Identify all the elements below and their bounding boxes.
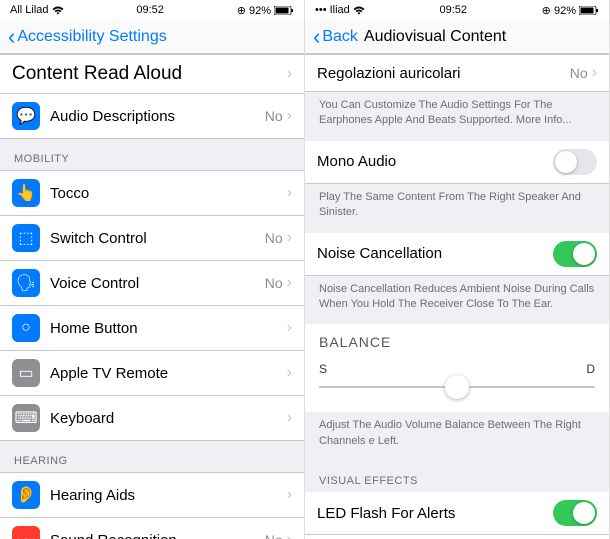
wifi-icon	[52, 6, 64, 15]
row-label: Content Read Aloud	[12, 63, 287, 85]
nav-back-label[interactable]: Accessibility Settings	[17, 28, 166, 46]
chevron-icon: ›	[287, 229, 292, 247]
status-bar: All Lilad 09:52 ⊕ 92%	[0, 0, 304, 20]
row-status: No	[265, 532, 283, 539]
row-status: No	[570, 65, 588, 81]
footer-headphone: You Can Customize The Audio Settings For…	[305, 92, 609, 141]
balance-left-label: S	[319, 362, 327, 376]
status-bar: ••• Iliad 09:52 ⊕ 92%	[305, 0, 609, 20]
row-mono-audio[interactable]: Mono Audio	[305, 141, 609, 184]
time-label: 09:52	[136, 4, 164, 16]
led-toggle[interactable]	[553, 500, 597, 526]
chevron-icon: ›	[287, 274, 292, 292]
row-tocco[interactable]: 👆 Tocco ›	[0, 170, 304, 216]
home-icon: ○	[12, 314, 40, 342]
row-label: Hearing Aids	[50, 487, 287, 504]
carrier-label: All Lilad	[10, 4, 49, 16]
row-label: Mono Audio	[317, 153, 553, 170]
row-content-read-aloud[interactable]: Content Read Aloud ›	[0, 54, 304, 94]
row-label: Home Button	[50, 320, 287, 337]
row-label: Voice Control	[50, 275, 265, 292]
battery-icon	[579, 6, 599, 15]
noise-toggle[interactable]	[553, 241, 597, 267]
row-audio-descriptions[interactable]: 💬 Audio Descriptions No ›	[0, 94, 304, 139]
row-label: LED Flash For Alerts	[317, 505, 553, 522]
mono-toggle[interactable]	[553, 149, 597, 175]
row-hearing-aids[interactable]: 👂 Hearing Aids ›	[0, 472, 304, 518]
battery-icon	[274, 6, 294, 15]
row-label: Noise Cancellation	[317, 245, 553, 262]
row-sound-recognition[interactable]: 〰 Sound Recognition No ›	[0, 518, 304, 539]
section-mobility: MOBILITY	[0, 139, 304, 170]
settings-list: Content Read Aloud › 💬 Audio Description…	[0, 54, 304, 539]
footer-mono: Play The Same Content From The Right Spe…	[305, 184, 609, 233]
chevron-icon: ›	[592, 64, 597, 82]
row-switch-control[interactable]: ⬚ Switch Control No ›	[0, 216, 304, 261]
nav-back-label[interactable]: Back	[322, 28, 358, 46]
row-noise-cancellation[interactable]: Noise Cancellation	[305, 233, 609, 276]
row-led-flash[interactable]: LED Flash For Alerts	[305, 492, 609, 535]
wifi-icon	[353, 6, 365, 15]
left-phone: All Lilad 09:52 ⊕ 92% ‹ Accessibility Se…	[0, 0, 305, 539]
sound-rec-icon: 〰	[12, 526, 40, 539]
nav-title: Audiovisual Content	[364, 28, 506, 46]
row-label: Keyboard	[50, 410, 287, 427]
chevron-icon: ›	[287, 65, 292, 83]
chevron-icon: ›	[287, 409, 292, 427]
footer-noise: Noise Cancellation Reduces Ambient Noise…	[305, 276, 609, 325]
chevron-icon: ›	[287, 531, 292, 539]
audio-desc-icon: 💬	[12, 102, 40, 130]
voice-icon: 🗣	[12, 269, 40, 297]
keyboard-icon: ⌨	[12, 404, 40, 432]
row-label: Tocco	[50, 185, 287, 202]
chevron-icon: ›	[287, 486, 292, 504]
chevron-icon: ›	[287, 364, 292, 382]
nav-bar[interactable]: ‹ Back Audiovisual Content	[305, 20, 609, 54]
back-chevron-icon[interactable]: ‹	[313, 24, 320, 50]
row-label: Regolazioni auricolari	[317, 65, 570, 82]
touch-icon: 👆	[12, 179, 40, 207]
row-label: Apple TV Remote	[50, 365, 287, 382]
row-status: No	[265, 108, 283, 124]
footer-balance: Adjust The Audio Volume Balance Between …	[305, 412, 609, 461]
appletv-icon: ▭	[12, 359, 40, 387]
slider-thumb[interactable]	[445, 375, 469, 399]
battery-percent: ⊕ 92%	[237, 4, 271, 17]
chevron-icon: ›	[287, 107, 292, 125]
balance-right-label: D	[586, 362, 595, 376]
chevron-icon: ›	[287, 319, 292, 337]
row-home-button[interactable]: ○ Home Button ›	[0, 306, 304, 351]
row-apple-tv[interactable]: ▭ Apple TV Remote ›	[0, 351, 304, 396]
right-phone: ••• Iliad 09:52 ⊕ 92% ‹ Back Audiovisual…	[305, 0, 610, 539]
switch-icon: ⬚	[12, 224, 40, 252]
balance-slider-row: S D	[305, 354, 609, 412]
battery-percent: ⊕ 92%	[542, 4, 576, 17]
row-label: Audio Descriptions	[50, 108, 265, 125]
time-label: 09:52	[439, 4, 467, 16]
settings-list: Regolazioni auricolari No › You Can Cust…	[305, 54, 609, 539]
row-headphone-adjustments[interactable]: Regolazioni auricolari No ›	[305, 54, 609, 92]
back-chevron-icon[interactable]: ‹	[8, 24, 15, 50]
row-blinks-silent[interactable]: Blinks With Silent	[305, 535, 609, 539]
balance-title: BALANCE	[305, 324, 609, 354]
section-hearing: Hearing	[0, 441, 304, 472]
row-status: No	[265, 230, 283, 246]
row-keyboard[interactable]: ⌨ Keyboard ›	[0, 396, 304, 441]
row-label: Sound Recognition	[50, 532, 265, 539]
balance-slider[interactable]	[319, 386, 595, 388]
hearing-icon: 👂	[12, 481, 40, 509]
row-status: No	[265, 275, 283, 291]
nav-bar[interactable]: ‹ Accessibility Settings	[0, 20, 304, 54]
chevron-icon: ›	[287, 184, 292, 202]
section-visual: VISUAL EFFECTS	[305, 461, 609, 492]
row-label: Switch Control	[50, 230, 265, 247]
row-voice-control[interactable]: 🗣 Voice Control No ›	[0, 261, 304, 306]
